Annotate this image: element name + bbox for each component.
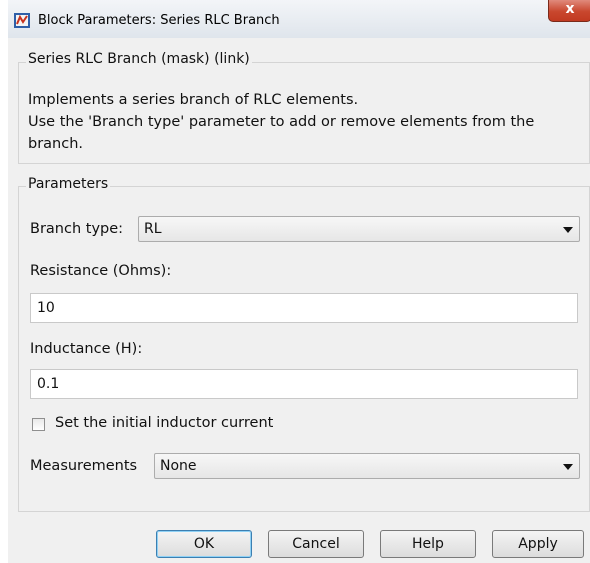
block-parameters-dialog: Block Parameters: Series RLC Branch x Se… bbox=[8, 0, 590, 563]
simulink-app-icon bbox=[14, 13, 30, 28]
help-button[interactable]: Help bbox=[380, 530, 476, 558]
window-title: Block Parameters: Series RLC Branch bbox=[38, 13, 280, 28]
ok-button[interactable]: OK bbox=[156, 530, 252, 558]
chevron-down-icon bbox=[563, 464, 573, 470]
measurements-dropdown[interactable]: None bbox=[154, 453, 580, 479]
title-bar[interactable]: Block Parameters: Series RLC Branch x bbox=[8, 0, 590, 38]
description-line-2: Use the 'Branch type' parameter to add o… bbox=[28, 114, 535, 130]
apply-button[interactable]: Apply bbox=[492, 530, 584, 558]
measurements-value: None bbox=[160, 458, 197, 474]
inductance-label: Inductance (H): bbox=[30, 341, 143, 357]
mask-description: Implements a series branch of RLC elemen… bbox=[28, 89, 588, 155]
close-icon: x bbox=[565, 1, 575, 17]
branch-type-value: RL bbox=[144, 221, 162, 237]
measurements-label: Measurements bbox=[30, 458, 138, 474]
cancel-button[interactable]: Cancel bbox=[268, 530, 364, 558]
chevron-down-icon bbox=[563, 227, 573, 233]
branch-type-label: Branch type: bbox=[30, 221, 124, 237]
parameters-legend: Parameters bbox=[26, 176, 111, 192]
branch-type-dropdown[interactable]: RL bbox=[138, 216, 580, 242]
description-line-3: branch. bbox=[28, 136, 84, 152]
resistance-label: Resistance (Ohms): bbox=[30, 263, 172, 279]
inductance-field[interactable] bbox=[30, 369, 578, 399]
initial-current-checkbox[interactable] bbox=[32, 418, 45, 431]
resistance-field[interactable] bbox=[30, 293, 578, 323]
mask-legend: Series RLC Branch (mask) (link) bbox=[26, 51, 252, 67]
close-button[interactable]: x bbox=[548, 0, 590, 22]
initial-current-label[interactable]: Set the initial inductor current bbox=[55, 415, 273, 431]
description-line-1: Implements a series branch of RLC elemen… bbox=[28, 92, 359, 108]
